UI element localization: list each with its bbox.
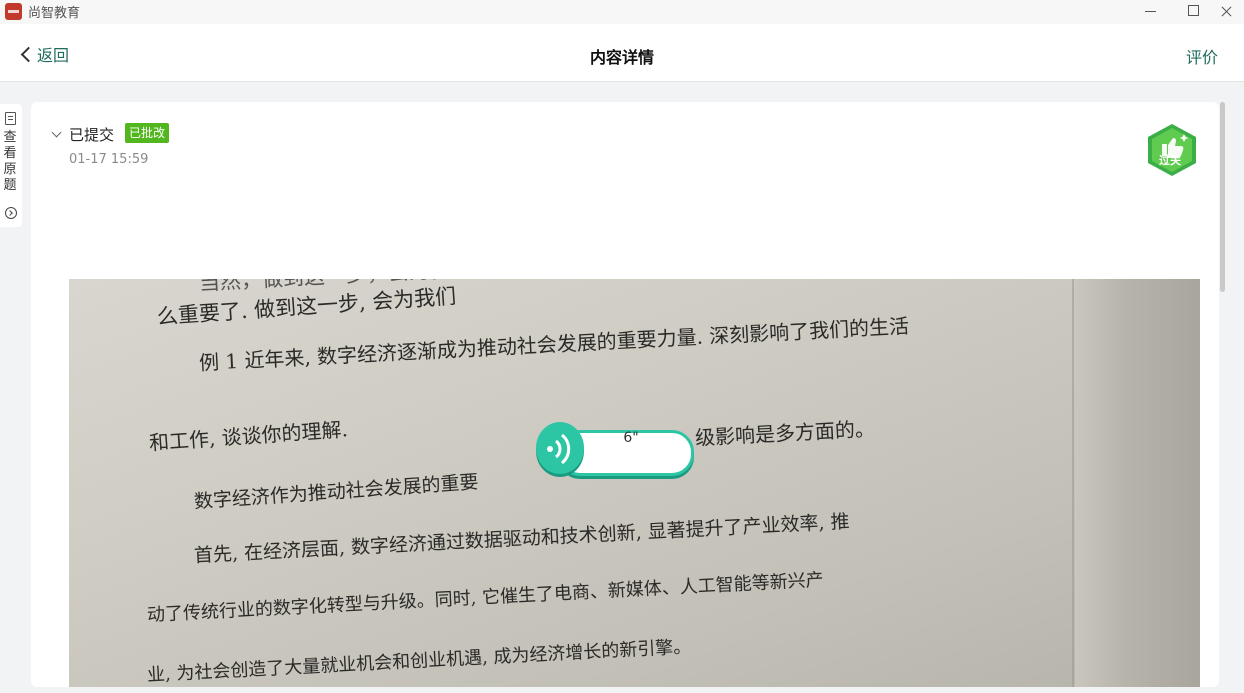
submission-status: 已提交 [69,126,115,144]
page-header: 返回 内容详情 评价 [0,24,1244,82]
audio-duration: 6" [623,430,639,446]
photo-line: 数字经济作为推动社会发展的重要 [193,471,480,513]
photo-line: 级影响是多方面的。 [694,416,876,450]
rate-button[interactable]: 评价 [1186,44,1218,68]
pass-label: 过关 [1159,154,1181,167]
circle-arrow-right-icon [5,207,17,219]
window-titlebar: 尚智教育 [0,0,1244,24]
photo-line: 首先, 在经济层面, 数字经济通过数据驱动和技术创新, 显著提升了产业效率, 推 [193,510,851,567]
submission-card: 已提交 已批改 01-17 15:59 过关 当然，做到这一步，会为我们 么重要… [31,102,1219,687]
photo-line: 和工作, 谈谈你的理解. [148,417,349,455]
minimize-icon[interactable] [1127,0,1173,24]
app-logo-icon [5,3,22,20]
page-title: 内容详情 [589,48,654,67]
photo-text: 当然，做到这一步，会为我们 么重要了. 做到这一步, 会为我们 例 1 近年来,… [69,279,1200,687]
close-icon[interactable] [1204,0,1244,24]
app-name: 尚智教育 [28,6,81,21]
audio-message[interactable]: 6" [536,420,694,482]
chevron-down-icon[interactable] [51,127,62,138]
graded-badge: 已批改 [125,123,170,143]
document-icon [5,112,16,125]
photo-line: 动了传统行业的数字化转型与升级。同时, 它催生了电商、新媒体、人工智能等新兴产 [146,569,825,626]
vertical-scrollbar[interactable] [1220,102,1225,292]
view-original-question-tab[interactable]: 查看原题 [0,104,22,227]
submission-photo[interactable]: 当然，做到这一步，会为我们 么重要了. 做到这一步, 会为我们 例 1 近年来,… [69,279,1200,687]
submission-time: 01-17 15:59 [69,152,149,167]
view-original-question-label: 查看原题 [3,130,17,193]
thumbs-up-icon [1148,124,1196,176]
pass-badge: 过关 [1144,122,1200,178]
photo-line: 业, 为社会创造了大量就业机会和创业机遇, 成为经济增长的新引擎。 [146,636,692,686]
